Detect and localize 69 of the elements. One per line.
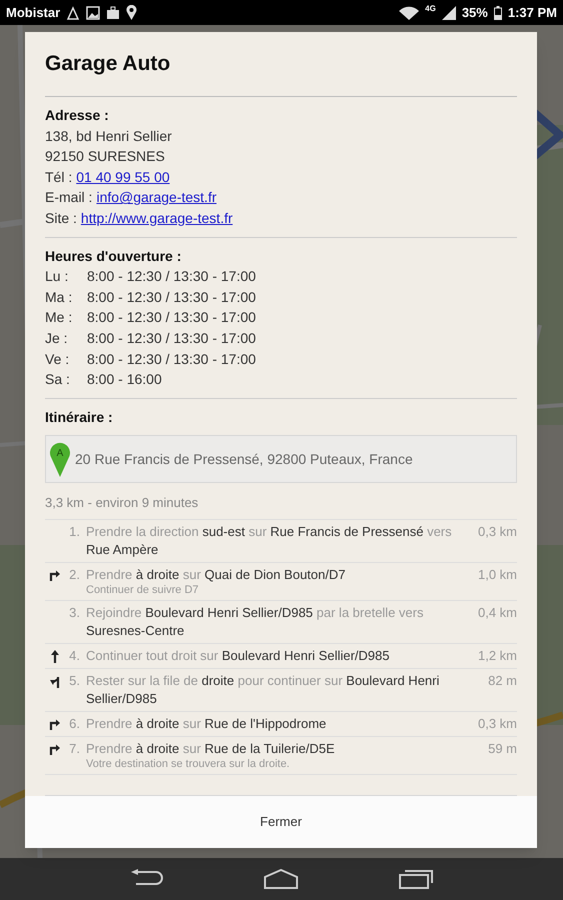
- day-label: Je :: [45, 328, 69, 348]
- recent-apps-icon[interactable]: [399, 869, 434, 889]
- turn-right-icon: [49, 568, 61, 581]
- day-label: Sa :: [45, 370, 71, 390]
- signal-icon: [442, 6, 456, 20]
- step-distance: 0,4 km: [476, 604, 517, 622]
- section-heading: Itinéraire :: [45, 408, 114, 427]
- step-number: 6.: [68, 714, 81, 733]
- opening-hours: 8:00 - 12:30 / 13:30 - 17:00: [87, 288, 256, 307]
- step-number: 3.: [68, 604, 81, 622]
- opening-hours: 8:00 - 12:30 / 13:30 - 17:00: [87, 350, 256, 369]
- step-distance: 1,0 km: [476, 566, 517, 584]
- contact-label: Tél :: [45, 168, 72, 187]
- day-label: Lu :: [45, 267, 70, 286]
- fork-arrow-icon: [50, 674, 60, 688]
- address-line: 138, bd Henri Sellier: [45, 126, 173, 146]
- step-instruction: Rejoindre Boulevard Henri Sellier/D985 par la bretelle vers Suresnes-Centre: [86, 604, 424, 640]
- warning-icon: [66, 6, 80, 20]
- opening-hours: 8:00 - 12:30 / 13:30 - 17:00: [87, 328, 256, 348]
- battery-icon: [494, 6, 502, 20]
- battery-percent: 35%: [462, 4, 488, 22]
- wifi-icon: [399, 6, 420, 20]
- step-distance: 0,3 km: [476, 714, 517, 733]
- step-distance: 82 m: [487, 672, 517, 690]
- map-marker-icon: A: [49, 441, 71, 478]
- step-number: 1.: [68, 522, 81, 541]
- day-label: Me :: [45, 308, 74, 328]
- step-instruction: Rester sur la file de droite pour continuer sur Boulevard Henri Sellier/D985: [86, 672, 440, 708]
- section-heading: Adresse :: [45, 106, 110, 125]
- step-instruction: Prendre à droite sur Rue de la Tuilerie/D5E: [86, 740, 336, 758]
- start-address: 20 Rue Francis de Pressensé, 92800 Puteaux, France: [75, 450, 413, 470]
- close-button[interactable]: Fermer: [25, 796, 537, 848]
- contact-link[interactable]: 01 40 99 55 00: [76, 166, 170, 188]
- step-instruction: Prendre à droite sur Quai de Dion Bouton/D7: [86, 566, 346, 584]
- step-distance: 0,3 km: [476, 522, 517, 541]
- contact-link[interactable]: http://www.garage-test.fr: [80, 208, 233, 229]
- step-instruction: Prendre la direction sud-est sur Rue Francis de Pressensé vers Rue Ampère: [86, 522, 453, 559]
- step-distance: 1,2 km: [476, 646, 517, 665]
- step-note: Votre destination se trouvera sur la droite.: [86, 758, 291, 771]
- section-heading: Heures d'ouverture :: [45, 246, 182, 266]
- day-label: Ma :: [45, 288, 74, 307]
- contact-link[interactable]: info@garage-test.fr: [96, 187, 216, 208]
- step-instruction: Continuer tout droit sur Boulevard Henri Sellier/D985: [86, 646, 391, 665]
- network-type: 4G: [425, 3, 436, 15]
- step-distance: 59 m: [487, 740, 517, 758]
- contact-label: Site :: [45, 208, 77, 228]
- turn-right-icon: [49, 742, 61, 755]
- clock-time: 1:37 PM: [508, 4, 557, 22]
- day-label: Ve :: [45, 350, 70, 369]
- step-number: 5.: [68, 672, 81, 690]
- step-note: Continuer de suivre D7: [86, 584, 200, 597]
- route-summary: 3,3 km - environ 9 minutes: [45, 483, 517, 520]
- opening-hours: 8:00 - 16:00: [87, 370, 162, 390]
- contact-label: E-mail :: [45, 188, 92, 208]
- location-pin-icon: [126, 5, 138, 20]
- home-icon[interactable]: [263, 869, 300, 889]
- step-instruction: Prendre à droite sur Rue de l'Hippodrome: [86, 714, 328, 733]
- dialog-title: Garage Auto: [45, 51, 172, 77]
- step-number: 7.: [68, 740, 81, 758]
- opening-hours: 8:00 - 12:30 / 13:30 - 17:00: [87, 267, 256, 286]
- opening-hours: 8:00 - 12:30 / 13:30 - 17:00: [87, 308, 256, 328]
- step-number: 2.: [68, 566, 81, 584]
- step-number: 4.: [68, 646, 81, 665]
- address-line: 92150 SURESNES: [45, 147, 166, 166]
- briefcase-icon: [106, 6, 120, 20]
- carrier-name: Mobistar: [6, 4, 60, 22]
- turn-right-icon: [49, 718, 61, 730]
- image-icon: [86, 6, 100, 20]
- straight-arrow-icon: [51, 650, 59, 663]
